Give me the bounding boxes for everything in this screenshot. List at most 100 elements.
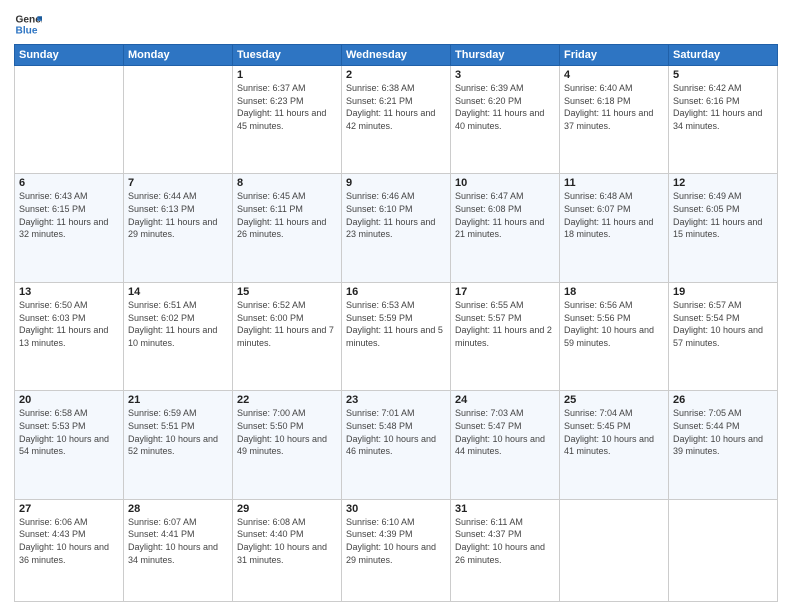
day-number: 19	[673, 286, 773, 298]
day-detail: Sunrise: 6:50 AMSunset: 6:03 PMDaylight:…	[19, 299, 119, 349]
day-detail: Sunrise: 6:45 AMSunset: 6:11 PMDaylight:…	[237, 190, 337, 240]
day-cell: 27Sunrise: 6:06 AMSunset: 4:43 PMDayligh…	[15, 499, 124, 601]
day-detail: Sunrise: 7:04 AMSunset: 5:45 PMDaylight:…	[564, 407, 664, 457]
day-number: 6	[19, 177, 119, 189]
day-detail: Sunrise: 6:40 AMSunset: 6:18 PMDaylight:…	[564, 82, 664, 132]
day-detail: Sunrise: 6:08 AMSunset: 4:40 PMDaylight:…	[237, 516, 337, 566]
day-cell: 31Sunrise: 6:11 AMSunset: 4:37 PMDayligh…	[451, 499, 560, 601]
day-detail: Sunrise: 6:38 AMSunset: 6:21 PMDaylight:…	[346, 82, 446, 132]
day-number: 13	[19, 286, 119, 298]
week-row-3: 13Sunrise: 6:50 AMSunset: 6:03 PMDayligh…	[15, 282, 778, 390]
day-detail: Sunrise: 6:59 AMSunset: 5:51 PMDaylight:…	[128, 407, 228, 457]
day-detail: Sunrise: 6:57 AMSunset: 5:54 PMDaylight:…	[673, 299, 773, 349]
day-detail: Sunrise: 6:07 AMSunset: 4:41 PMDaylight:…	[128, 516, 228, 566]
day-detail: Sunrise: 7:01 AMSunset: 5:48 PMDaylight:…	[346, 407, 446, 457]
day-detail: Sunrise: 6:48 AMSunset: 6:07 PMDaylight:…	[564, 190, 664, 240]
day-number: 17	[455, 286, 555, 298]
day-detail: Sunrise: 6:49 AMSunset: 6:05 PMDaylight:…	[673, 190, 773, 240]
day-cell: 6Sunrise: 6:43 AMSunset: 6:15 PMDaylight…	[15, 174, 124, 282]
day-cell: 4Sunrise: 6:40 AMSunset: 6:18 PMDaylight…	[560, 66, 669, 174]
day-cell: 17Sunrise: 6:55 AMSunset: 5:57 PMDayligh…	[451, 282, 560, 390]
day-number: 20	[19, 394, 119, 406]
day-cell: 10Sunrise: 6:47 AMSunset: 6:08 PMDayligh…	[451, 174, 560, 282]
calendar-table: SundayMondayTuesdayWednesdayThursdayFrid…	[14, 44, 778, 602]
day-cell: 9Sunrise: 6:46 AMSunset: 6:10 PMDaylight…	[342, 174, 451, 282]
day-number: 25	[564, 394, 664, 406]
day-number: 9	[346, 177, 446, 189]
day-cell	[15, 66, 124, 174]
svg-text:Blue: Blue	[16, 25, 38, 36]
day-detail: Sunrise: 6:58 AMSunset: 5:53 PMDaylight:…	[19, 407, 119, 457]
weekday-header-sunday: Sunday	[15, 45, 124, 66]
day-cell: 2Sunrise: 6:38 AMSunset: 6:21 PMDaylight…	[342, 66, 451, 174]
day-number: 21	[128, 394, 228, 406]
day-number: 26	[673, 394, 773, 406]
day-number: 23	[346, 394, 446, 406]
day-cell: 20Sunrise: 6:58 AMSunset: 5:53 PMDayligh…	[15, 391, 124, 499]
day-number: 2	[346, 69, 446, 81]
weekday-header-wednesday: Wednesday	[342, 45, 451, 66]
day-detail: Sunrise: 7:05 AMSunset: 5:44 PMDaylight:…	[673, 407, 773, 457]
header: General Blue	[14, 10, 778, 38]
day-detail: Sunrise: 7:03 AMSunset: 5:47 PMDaylight:…	[455, 407, 555, 457]
logo: General Blue	[14, 10, 42, 38]
weekday-header-monday: Monday	[124, 45, 233, 66]
day-cell: 25Sunrise: 7:04 AMSunset: 5:45 PMDayligh…	[560, 391, 669, 499]
weekday-header-saturday: Saturday	[669, 45, 778, 66]
logo-icon: General Blue	[14, 10, 42, 38]
day-detail: Sunrise: 6:52 AMSunset: 6:00 PMDaylight:…	[237, 299, 337, 349]
day-cell: 24Sunrise: 7:03 AMSunset: 5:47 PMDayligh…	[451, 391, 560, 499]
day-cell: 30Sunrise: 6:10 AMSunset: 4:39 PMDayligh…	[342, 499, 451, 601]
day-detail: Sunrise: 7:00 AMSunset: 5:50 PMDaylight:…	[237, 407, 337, 457]
day-cell: 7Sunrise: 6:44 AMSunset: 6:13 PMDaylight…	[124, 174, 233, 282]
day-number: 22	[237, 394, 337, 406]
day-cell: 12Sunrise: 6:49 AMSunset: 6:05 PMDayligh…	[669, 174, 778, 282]
day-cell	[560, 499, 669, 601]
weekday-header-row: SundayMondayTuesdayWednesdayThursdayFrid…	[15, 45, 778, 66]
day-cell: 18Sunrise: 6:56 AMSunset: 5:56 PMDayligh…	[560, 282, 669, 390]
day-number: 29	[237, 503, 337, 515]
day-number: 7	[128, 177, 228, 189]
day-cell: 3Sunrise: 6:39 AMSunset: 6:20 PMDaylight…	[451, 66, 560, 174]
day-number: 11	[564, 177, 664, 189]
day-detail: Sunrise: 6:10 AMSunset: 4:39 PMDaylight:…	[346, 516, 446, 566]
day-cell: 23Sunrise: 7:01 AMSunset: 5:48 PMDayligh…	[342, 391, 451, 499]
day-number: 10	[455, 177, 555, 189]
day-detail: Sunrise: 6:46 AMSunset: 6:10 PMDaylight:…	[346, 190, 446, 240]
day-number: 16	[346, 286, 446, 298]
day-cell: 14Sunrise: 6:51 AMSunset: 6:02 PMDayligh…	[124, 282, 233, 390]
week-row-1: 1Sunrise: 6:37 AMSunset: 6:23 PMDaylight…	[15, 66, 778, 174]
day-number: 27	[19, 503, 119, 515]
day-cell: 8Sunrise: 6:45 AMSunset: 6:11 PMDaylight…	[233, 174, 342, 282]
day-detail: Sunrise: 6:39 AMSunset: 6:20 PMDaylight:…	[455, 82, 555, 132]
week-row-4: 20Sunrise: 6:58 AMSunset: 5:53 PMDayligh…	[15, 391, 778, 499]
day-cell: 11Sunrise: 6:48 AMSunset: 6:07 PMDayligh…	[560, 174, 669, 282]
day-detail: Sunrise: 6:53 AMSunset: 5:59 PMDaylight:…	[346, 299, 446, 349]
day-detail: Sunrise: 6:37 AMSunset: 6:23 PMDaylight:…	[237, 82, 337, 132]
day-cell: 15Sunrise: 6:52 AMSunset: 6:00 PMDayligh…	[233, 282, 342, 390]
week-row-5: 27Sunrise: 6:06 AMSunset: 4:43 PMDayligh…	[15, 499, 778, 601]
day-cell: 28Sunrise: 6:07 AMSunset: 4:41 PMDayligh…	[124, 499, 233, 601]
weekday-header-tuesday: Tuesday	[233, 45, 342, 66]
day-number: 14	[128, 286, 228, 298]
day-cell: 5Sunrise: 6:42 AMSunset: 6:16 PMDaylight…	[669, 66, 778, 174]
page: General Blue SundayMondayTuesdayWednesda…	[0, 0, 792, 612]
day-number: 8	[237, 177, 337, 189]
day-cell	[124, 66, 233, 174]
day-cell: 1Sunrise: 6:37 AMSunset: 6:23 PMDaylight…	[233, 66, 342, 174]
day-detail: Sunrise: 6:43 AMSunset: 6:15 PMDaylight:…	[19, 190, 119, 240]
day-cell: 29Sunrise: 6:08 AMSunset: 4:40 PMDayligh…	[233, 499, 342, 601]
day-detail: Sunrise: 6:47 AMSunset: 6:08 PMDaylight:…	[455, 190, 555, 240]
day-number: 3	[455, 69, 555, 81]
day-cell: 22Sunrise: 7:00 AMSunset: 5:50 PMDayligh…	[233, 391, 342, 499]
day-number: 5	[673, 69, 773, 81]
weekday-header-friday: Friday	[560, 45, 669, 66]
day-detail: Sunrise: 6:51 AMSunset: 6:02 PMDaylight:…	[128, 299, 228, 349]
day-detail: Sunrise: 6:55 AMSunset: 5:57 PMDaylight:…	[455, 299, 555, 349]
day-cell: 19Sunrise: 6:57 AMSunset: 5:54 PMDayligh…	[669, 282, 778, 390]
day-number: 12	[673, 177, 773, 189]
day-number: 30	[346, 503, 446, 515]
day-cell: 21Sunrise: 6:59 AMSunset: 5:51 PMDayligh…	[124, 391, 233, 499]
day-detail: Sunrise: 6:42 AMSunset: 6:16 PMDaylight:…	[673, 82, 773, 132]
day-number: 15	[237, 286, 337, 298]
